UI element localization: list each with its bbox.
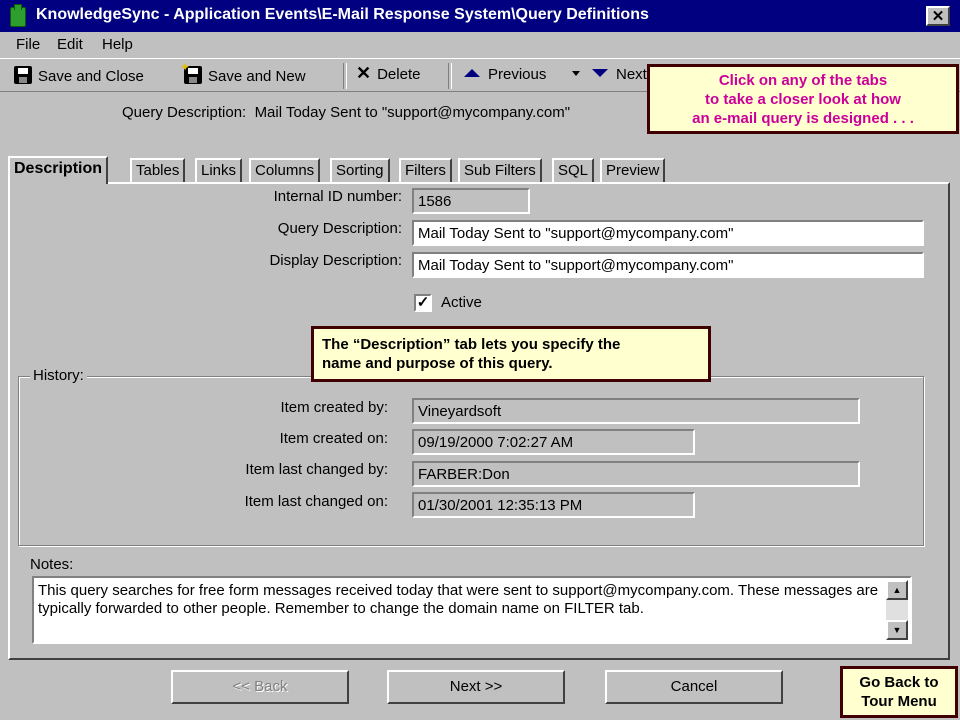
menu-help[interactable]: Help — [102, 36, 133, 53]
changed-on-field: 01/30/2001 12:35:13 PM — [412, 492, 695, 518]
display-description-input[interactable]: Mail Today Sent to "support@mycompany.co… — [412, 252, 924, 278]
internal-id-field: 1586 — [412, 188, 530, 214]
chevron-down-icon — [572, 71, 580, 76]
notes-textarea[interactable]: This query searches for free form messag… — [32, 576, 912, 644]
menu-edit[interactable]: Edit — [57, 36, 83, 53]
previous-dropdown[interactable] — [562, 66, 590, 83]
delete-x-icon: ✕ — [356, 63, 372, 83]
active-checkbox[interactable]: ✓ — [414, 294, 432, 312]
query-header-label: Query Description: — [122, 104, 247, 121]
notes-text: This query searches for free form messag… — [38, 582, 879, 617]
tabs-hint-callout: Click on any of the tabs to take a close… — [647, 64, 959, 134]
tab-tables[interactable]: Tables — [130, 158, 186, 182]
changed-by-label: Item last changed by: — [245, 461, 388, 478]
close-button[interactable]: ✕ — [926, 6, 950, 26]
created-by-field: Vineyardsoft — [412, 398, 860, 424]
window-title: KnowledgeSync - Application Events\E-Mai… — [36, 6, 649, 23]
tab-preview[interactable]: Preview — [600, 158, 666, 182]
tab-description[interactable]: Description — [8, 156, 109, 184]
save-disk-icon — [14, 66, 32, 84]
previous-button[interactable]: Previous — [464, 66, 546, 83]
tab-filters[interactable]: Filters — [399, 158, 452, 182]
app-icon — [10, 4, 26, 27]
notes-label: Notes: — [30, 556, 74, 573]
next-toolbar-button[interactable]: Next — [592, 66, 647, 83]
scroll-up-icon[interactable]: ▲ — [886, 580, 908, 600]
query-header: Query Description: Mail Today Sent to "s… — [122, 104, 570, 121]
history-title: History: — [30, 367, 87, 384]
save-and-new-button[interactable]: ✦ Save and New — [180, 60, 306, 85]
back-button[interactable]: << Back — [171, 670, 349, 704]
created-by-label: Item created by: — [280, 399, 388, 416]
tour-menu-button[interactable]: Go Back to Tour Menu — [840, 666, 958, 718]
tab-columns[interactable]: Columns — [249, 158, 321, 182]
changed-on-label: Item last changed on: — [244, 493, 388, 510]
toolbar-separator — [343, 63, 347, 89]
description-hint-callout: The “Description” tab lets you specify t… — [311, 326, 711, 382]
query-header-value: Mail Today Sent to "support@mycompany.co… — [254, 104, 571, 121]
menu-file[interactable]: File — [16, 36, 40, 53]
arrow-down-icon — [592, 69, 608, 77]
toolbar-separator — [448, 63, 452, 89]
next-button[interactable]: Next >> — [387, 670, 565, 704]
tab-sorting[interactable]: Sorting — [330, 158, 390, 182]
query-description-input[interactable]: Mail Today Sent to "support@mycompany.co… — [412, 220, 924, 246]
scroll-down-icon[interactable]: ▼ — [886, 620, 908, 640]
tab-links[interactable]: Links — [195, 158, 243, 182]
menu-bar: File Edit Help — [0, 32, 960, 58]
changed-by-field: FARBER:Don — [412, 461, 860, 487]
internal-id-label: Internal ID number: — [273, 188, 402, 205]
tab-sql[interactable]: SQL — [552, 158, 595, 182]
query-description-label: Query Description: — [277, 220, 402, 237]
save-and-close-button[interactable]: Save and Close — [14, 66, 144, 85]
title-bar: KnowledgeSync - Application Events\E-Mai… — [0, 0, 960, 32]
display-description-label: Display Description: — [269, 252, 402, 269]
delete-button[interactable]: ✕ Delete — [356, 63, 420, 83]
cancel-button[interactable]: Cancel — [605, 670, 783, 704]
arrow-up-icon — [464, 69, 480, 77]
created-on-label: Item created on: — [279, 430, 388, 447]
created-on-field: 09/19/2000 7:02:27 AM — [412, 429, 695, 455]
active-label: Active — [441, 294, 482, 311]
tab-sub-filters[interactable]: Sub Filters — [458, 158, 542, 182]
notes-scrollbar[interactable]: ▲ ▼ — [886, 580, 908, 640]
save-new-disk-icon: ✦ — [180, 60, 202, 84]
